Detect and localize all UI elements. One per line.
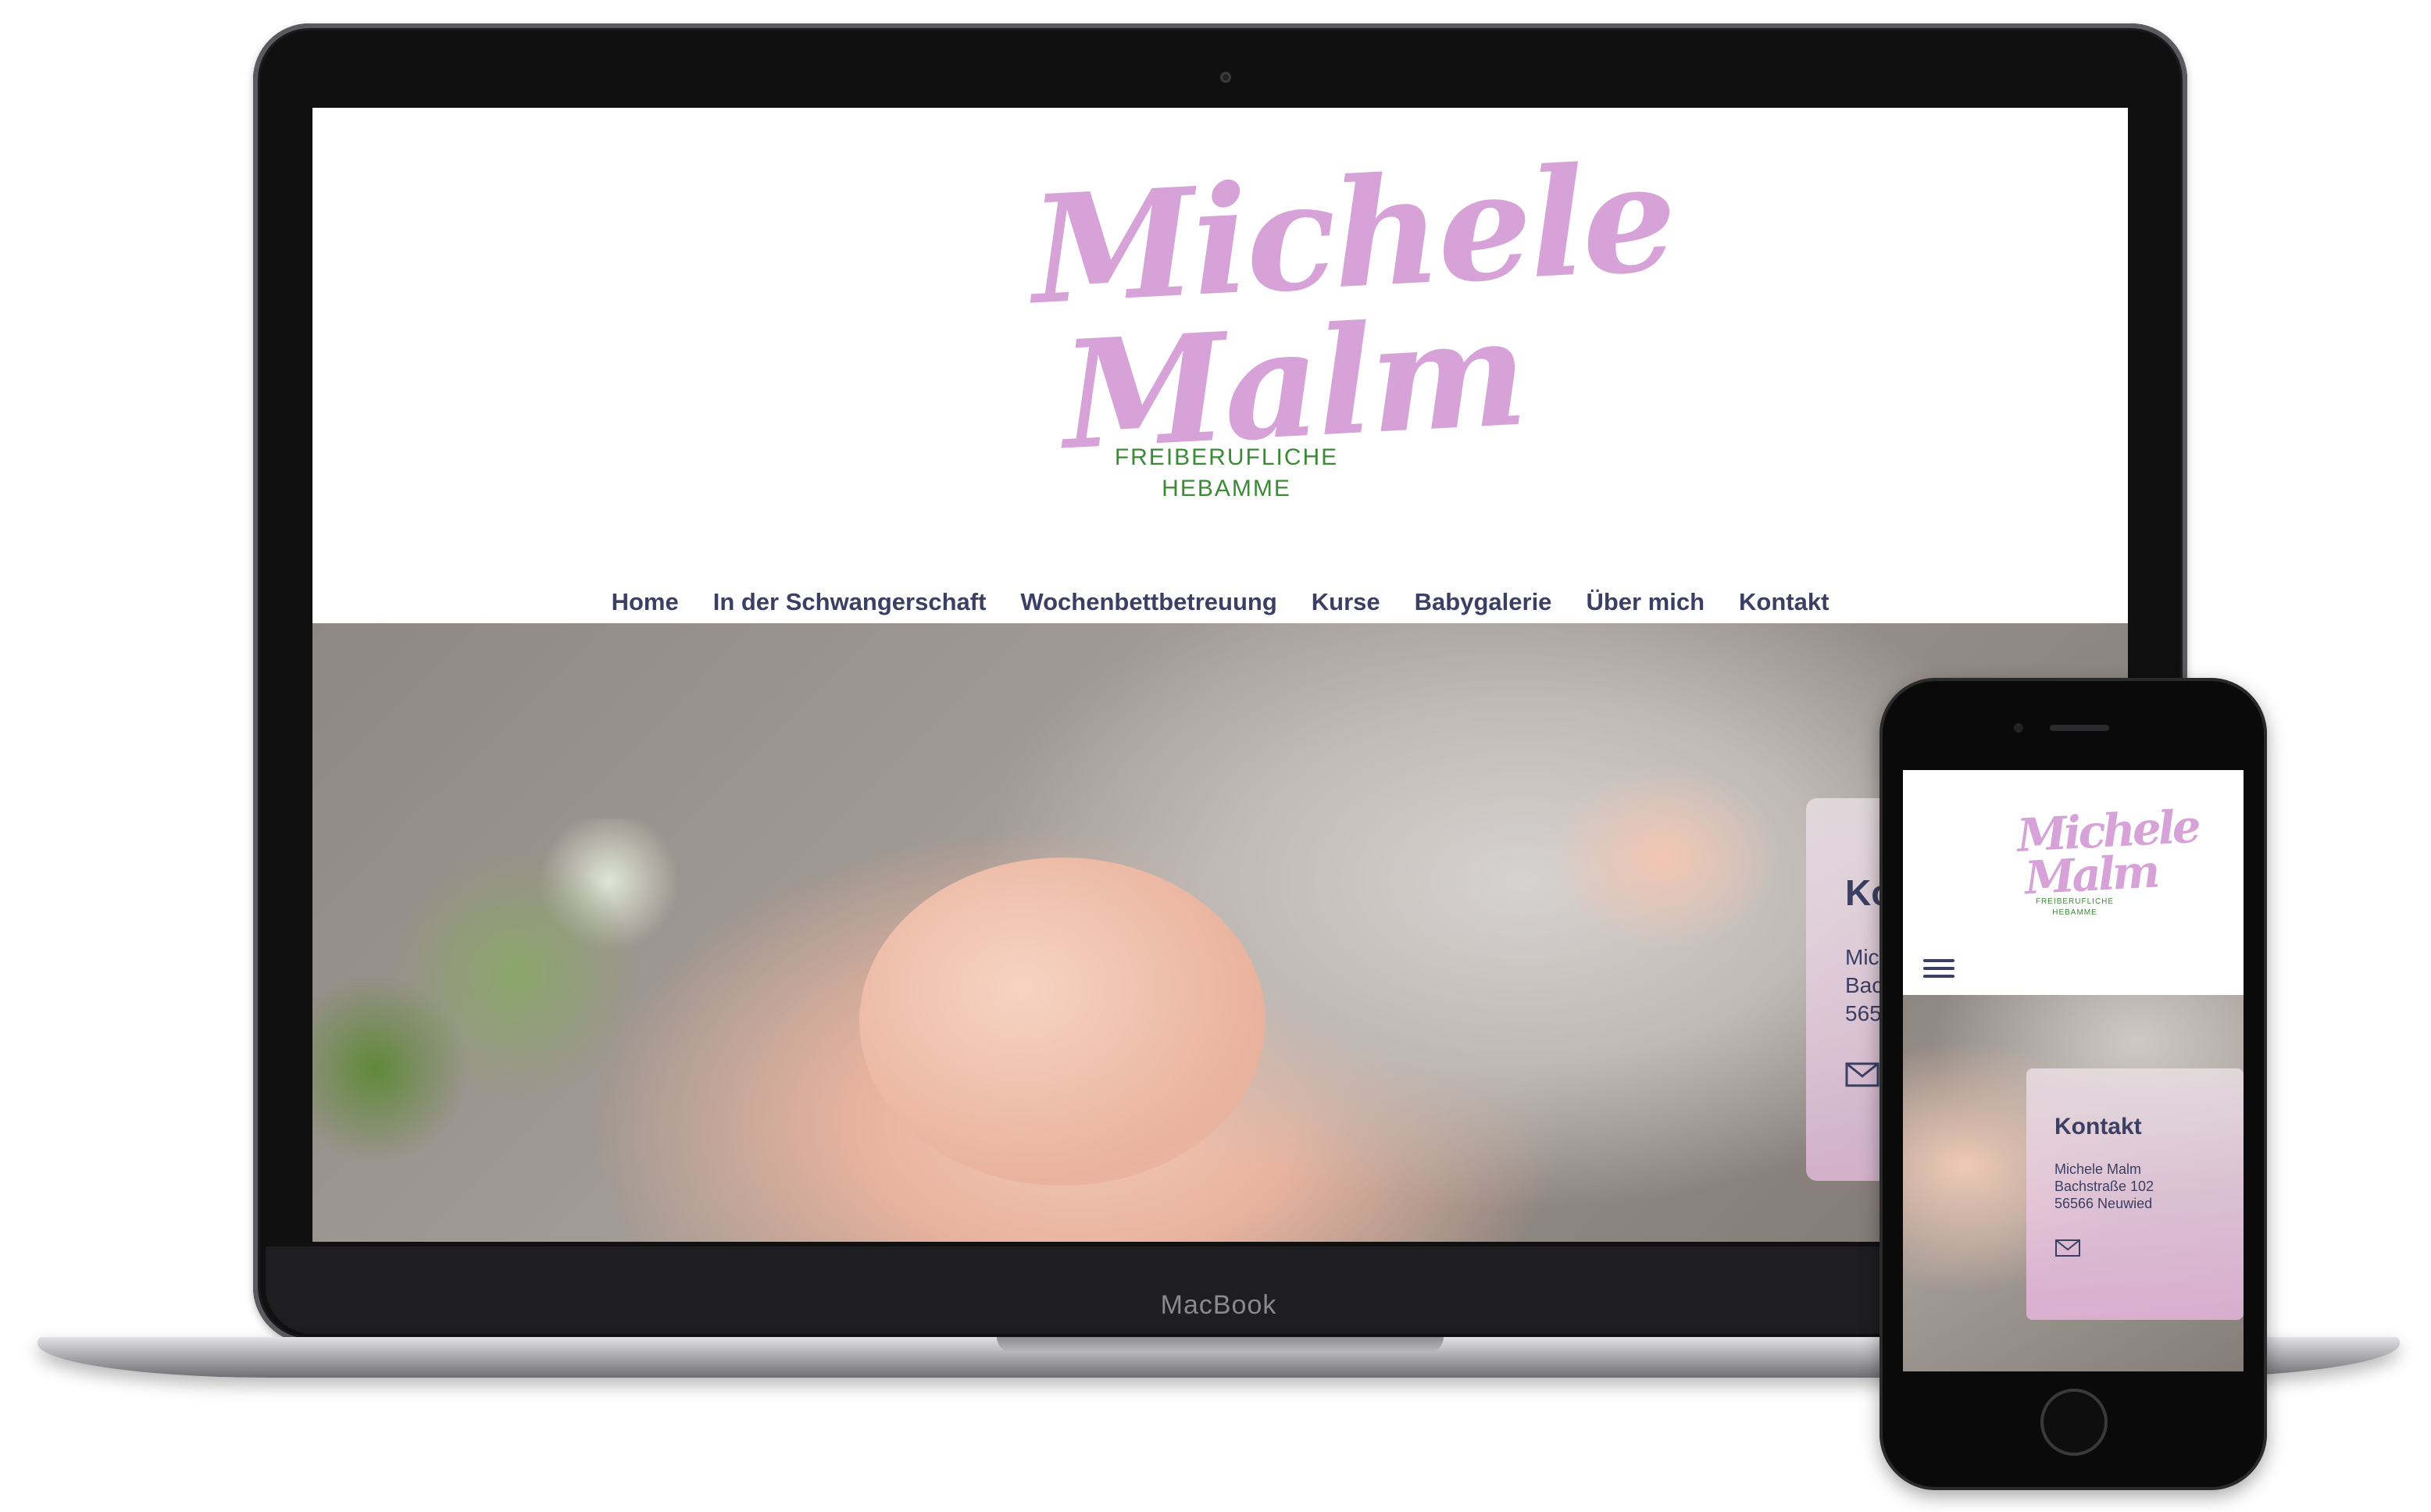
mobile-mail-icon[interactable] — [2054, 1239, 2081, 1257]
laptop-opening-notch — [997, 1337, 1444, 1353]
phone-camera-icon — [2014, 723, 2023, 733]
phone-home-button[interactable] — [2040, 1389, 2108, 1456]
nav-item-ueber-mich[interactable]: Über mich — [1586, 588, 1705, 616]
logo-tagline-line1: FREIBERUFLICHE — [1114, 444, 1339, 470]
nav-item-schwangerschaft[interactable]: In der Schwangerschaft — [713, 588, 987, 616]
logo-tagline-line2: HEBAMME — [1162, 476, 1291, 501]
mail-icon[interactable] — [1845, 1062, 1879, 1087]
nav-item-babygalerie[interactable]: Babygalerie — [1415, 588, 1552, 616]
contact-card-line2: Bac — [1845, 973, 1883, 997]
laptop-camera-icon — [1220, 72, 1231, 83]
laptop-label: MacBook — [1160, 1290, 1277, 1320]
hamburger-menu-icon[interactable] — [1923, 956, 1954, 979]
desktop-website-screen: Michele Malm FREIBERUFLICHE HEBAMME Home… — [312, 108, 2128, 1242]
logo-tagline: FREIBERUFLICHE HEBAMME — [1078, 442, 1375, 505]
mobile-logo-tagline-line2: HEBAMME — [2052, 908, 2097, 917]
menu-bar — [1923, 959, 1954, 962]
mobile-logo-tagline-line1: FREIBERUFLICHE — [2035, 897, 2115, 906]
mobile-contact-line3: 56566 Neuwied — [2054, 1196, 2153, 1211]
mobile-logo-tagline: FREIBERUFLICHE HEBAMME — [2020, 897, 2129, 918]
mobile-contact-line1: Michele Malm — [2054, 1161, 2142, 1177]
nav-item-wochenbettbetreuung[interactable]: Wochenbettbetreuung — [1020, 588, 1276, 616]
mobile-hero-image: Kontakt Michele Malm Bachstraße 102 5656… — [1903, 995, 2244, 1371]
mobile-website-screen: Michele Malm FREIBERUFLICHE HEBAMME Kont… — [1903, 770, 2244, 1371]
nav-item-kurse[interactable]: Kurse — [1312, 588, 1380, 616]
nav-item-kontakt[interactable]: Kontakt — [1739, 588, 1829, 616]
mobile-logo-name-line2[interactable]: Malm — [2023, 845, 2158, 905]
nav-item-home[interactable]: Home — [612, 588, 679, 616]
mobile-contact-line2: Bachstraße 102 — [2054, 1179, 2154, 1194]
menu-bar — [1923, 975, 1954, 978]
hero-flower-wreath — [312, 818, 719, 1242]
hero-baby-hand — [1547, 764, 1781, 951]
contact-card-line1: Mic — [1845, 945, 1879, 969]
hero-baby-face — [859, 858, 1265, 1186]
mobile-contact-card: Kontakt Michele Malm Bachstraße 102 5656… — [2026, 1068, 2244, 1320]
mobile-contact-title: Kontakt — [2054, 1114, 2142, 1139]
phone-speaker — [2050, 725, 2109, 731]
main-navigation: Home In der Schwangerschaft Wochenbettbe… — [312, 576, 2128, 628]
contact-card-line3: 565 — [1845, 1001, 1882, 1025]
menu-bar — [1923, 967, 1954, 970]
